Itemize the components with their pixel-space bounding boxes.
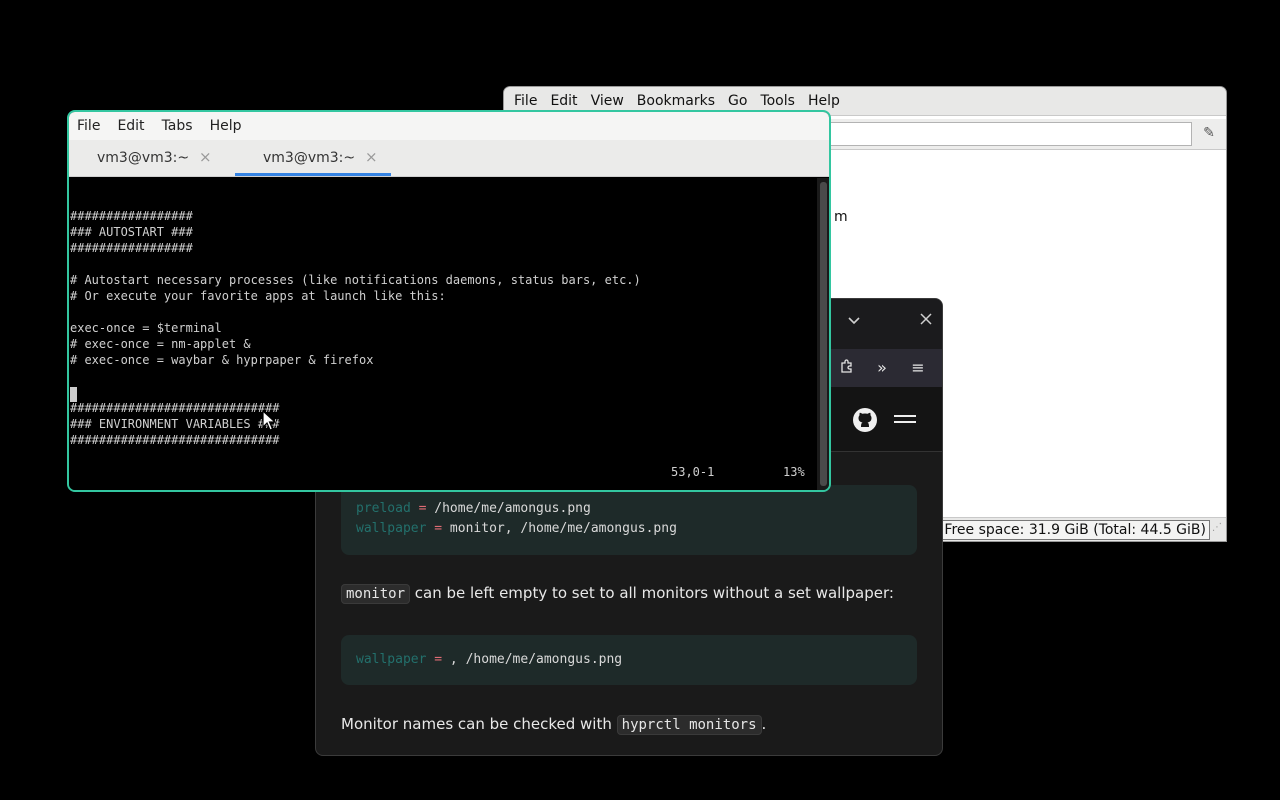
code-value: monitor, /home/me/amongus.png bbox=[442, 521, 677, 536]
term-menu-edit[interactable]: Edit bbox=[117, 118, 144, 134]
terminal-line: # Or execute your favorite apps at launc… bbox=[70, 289, 446, 303]
paragraph-monitor-names: Monitor names can be checked with hyprct… bbox=[341, 715, 767, 735]
fm-menu-file[interactable]: File bbox=[514, 93, 537, 109]
resize-grip-icon[interactable]: ⋰ bbox=[1212, 522, 1224, 536]
fm-menu-view[interactable]: View bbox=[591, 93, 624, 109]
fm-menu-help[interactable]: Help bbox=[808, 93, 840, 109]
term-menu-file[interactable]: File bbox=[77, 118, 100, 134]
list-tabs-chevron-icon[interactable] bbox=[844, 313, 864, 333]
site-menu-icon[interactable] bbox=[894, 411, 916, 429]
code-line: wallpaper = monitor, /home/me/amongus.pn… bbox=[356, 519, 902, 539]
tab-close-icon[interactable]: × bbox=[199, 148, 212, 166]
paragraph-text: can be left empty to set to all monitors… bbox=[410, 584, 894, 602]
code-key: wallpaper bbox=[356, 652, 427, 667]
extensions-puzzle-icon[interactable] bbox=[836, 358, 858, 378]
mouse-pointer-icon bbox=[262, 410, 276, 431]
overflow-chevrons-icon[interactable]: » bbox=[871, 358, 893, 378]
fm-menu-edit[interactable]: Edit bbox=[550, 93, 577, 109]
inline-code: hyprctl monitors bbox=[616, 715, 762, 735]
terminal-line: # exec-once = nm-applet & bbox=[70, 337, 251, 351]
code-key: wallpaper bbox=[356, 521, 427, 536]
terminal-window: File Edit Tabs Help vm3@vm3:~ × vm3@vm3:… bbox=[67, 110, 831, 492]
terminal-menubar: File Edit Tabs Help bbox=[69, 112, 829, 140]
paragraph-text: Monitor names can be checked with bbox=[341, 715, 617, 733]
close-window-icon[interactable] bbox=[916, 311, 936, 331]
clear-location-icon[interactable]: ✎ bbox=[1200, 124, 1218, 142]
fm-menu-go[interactable]: Go bbox=[728, 93, 747, 109]
tab-label: vm3@vm3:~ bbox=[97, 150, 190, 166]
terminal-line: ############################# bbox=[70, 401, 280, 415]
code-value: /home/me/amongus.png bbox=[426, 501, 591, 516]
scroll-percent-readout: 13% bbox=[783, 465, 805, 479]
fm-menu-bookmarks[interactable]: Bookmarks bbox=[637, 93, 715, 109]
free-space-label: Free space: 31.9 GiB (Total: 44.5 GiB) bbox=[940, 520, 1210, 540]
code-block-wallpaper: wallpaper = , /home/me/amongus.png bbox=[341, 635, 917, 685]
terminal-tab[interactable]: vm3@vm3:~ × bbox=[69, 140, 221, 176]
terminal-line: # exec-once = waybar & hyprpaper & firef… bbox=[70, 353, 374, 367]
location-input[interactable] bbox=[824, 122, 1192, 146]
terminal-line: ################# bbox=[70, 241, 193, 255]
terminal-line: exec-once = $terminal bbox=[70, 321, 222, 335]
code-operator: = bbox=[434, 652, 443, 667]
github-icon[interactable] bbox=[852, 407, 878, 433]
term-menu-tabs[interactable]: Tabs bbox=[162, 118, 193, 134]
inline-code: monitor bbox=[341, 584, 411, 604]
terminal-line: ################# bbox=[70, 209, 193, 223]
terminal-tabbar: vm3@vm3:~ × vm3@vm3:~ × bbox=[69, 140, 829, 177]
terminal-line: # Autostart necessary processes (like no… bbox=[70, 273, 641, 287]
terminal-screen[interactable]: ################# ### AUTOSTART ### ####… bbox=[69, 178, 817, 490]
terminal-scrollbar[interactable] bbox=[817, 178, 829, 490]
fm-menu-tools[interactable]: Tools bbox=[760, 93, 795, 109]
code-value: , /home/me/amongus.png bbox=[442, 652, 623, 667]
terminal-line: ### ENVIRONMENT VARIABLES ### bbox=[70, 417, 280, 431]
file-list-fragment: m bbox=[834, 209, 848, 225]
term-menu-help[interactable]: Help bbox=[210, 118, 242, 134]
code-operator: = bbox=[434, 521, 443, 536]
code-line: wallpaper = , /home/me/amongus.png bbox=[356, 650, 902, 670]
code-key: preload bbox=[356, 501, 411, 516]
terminal-line: ### AUTOSTART ### bbox=[70, 225, 193, 239]
app-menu-icon[interactable]: ≡ bbox=[907, 358, 929, 378]
scrollbar-thumb[interactable] bbox=[820, 182, 827, 486]
terminal-tab-active[interactable]: vm3@vm3:~ × bbox=[235, 140, 391, 176]
terminal-line: ############################# bbox=[70, 433, 280, 447]
code-line: preload = /home/me/amongus.png bbox=[356, 499, 902, 519]
paragraph-suffix: . bbox=[761, 715, 767, 733]
active-tab-indicator bbox=[235, 173, 391, 176]
cursor-position-readout: 53,0-1 bbox=[671, 465, 715, 479]
code-block-preload: preload = /home/me/amongus.png wallpaper… bbox=[341, 485, 917, 555]
tab-label: vm3@vm3:~ bbox=[263, 150, 356, 166]
tab-close-icon[interactable]: × bbox=[365, 148, 378, 166]
paragraph-monitor-empty: monitor can be left empty to set to all … bbox=[341, 584, 894, 604]
